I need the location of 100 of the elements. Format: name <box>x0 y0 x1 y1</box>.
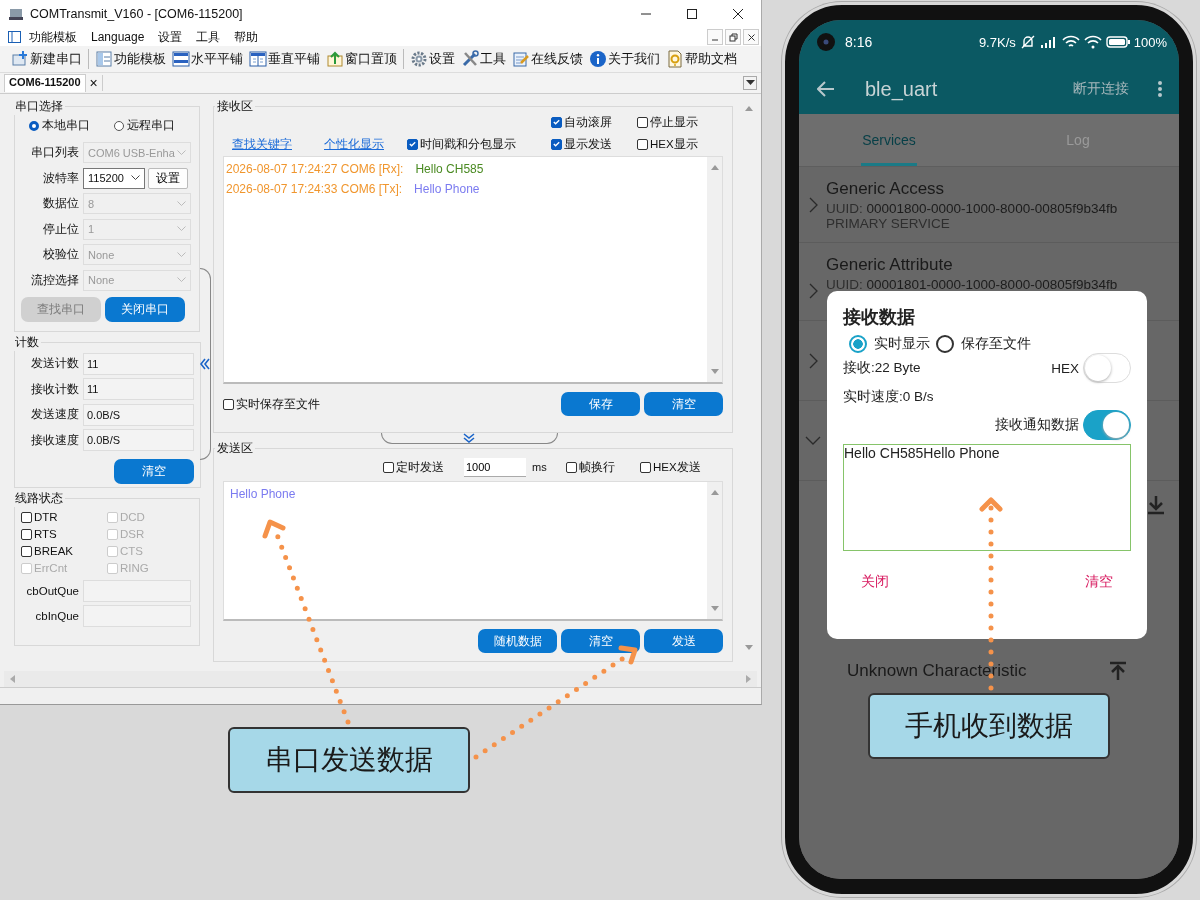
toolbar-button[interactable]: 在线反馈 <box>509 50 586 68</box>
radio-button[interactable] <box>936 335 954 353</box>
caret-icon <box>745 80 755 86</box>
maximize-icon[interactable] <box>686 8 698 20</box>
action-button[interactable]: 随机数据 <box>478 629 557 653</box>
radio-button[interactable] <box>114 120 124 131</box>
action-button[interactable]: 清空 <box>561 629 640 653</box>
radio-button[interactable] <box>849 335 867 353</box>
checkbox-label: 实时保存至文件 <box>236 396 320 412</box>
checkbox[interactable] <box>21 545 32 557</box>
more-icon[interactable] <box>1157 80 1163 98</box>
dialog-button[interactable]: 清空 <box>1085 573 1113 591</box>
restore-icon <box>728 32 738 42</box>
scroll-up-icon[interactable] <box>710 490 719 495</box>
minimize-icon <box>712 39 718 41</box>
checkbox[interactable] <box>637 116 648 128</box>
disconnect-button[interactable]: 断开连接 <box>1073 80 1129 98</box>
characteristic-name: Unknown Characteristic <box>847 661 1028 681</box>
gear-icon <box>410 50 428 68</box>
port-button[interactable]: 关闭串口 <box>105 297 185 322</box>
dropdown[interactable]: 115200 <box>83 167 145 189</box>
send-text-area[interactable]: Hello Phone <box>223 481 723 621</box>
service-name: Generic Attribute <box>826 255 954 275</box>
field-label: 串口列表 <box>30 144 79 162</box>
checkbox[interactable] <box>640 461 651 473</box>
service-uuid: UUID: 00001800-0000-1000-8000-00805f9b34fb <box>826 200 1118 216</box>
menu-item[interactable]: Language <box>91 30 145 44</box>
receive-log[interactable]: 2026-08-07 17:24:27 COM6 [Rx]: Hello CH585 2026-08-07 17:24:33 COM6 [Tx]: Hello Phone <box>223 156 723 384</box>
panel-icon[interactable] <box>8 31 21 43</box>
toolbar-button[interactable]: 新建串口 <box>8 50 85 68</box>
checkbox[interactable] <box>551 138 562 150</box>
menu-item[interactable]: 设置 <box>158 28 183 46</box>
group-title: 发送区 <box>216 440 254 457</box>
menu-item[interactable]: 工具 <box>196 28 221 46</box>
readonly-field: 11 <box>83 378 194 401</box>
speed-reading: 实时速度:0 B/s <box>843 387 934 406</box>
radio-label: 保存至文件 <box>961 335 1031 353</box>
group-title: 线路状态 <box>14 490 64 507</box>
chevron-right-icon[interactable] <box>809 352 818 369</box>
toolbar-button[interactable]: 窗口置顶 <box>323 50 400 68</box>
interval-field[interactable]: 1000 <box>464 457 526 477</box>
scroll-down-icon[interactable] <box>710 606 719 611</box>
chevron-down-icon[interactable] <box>805 436 821 445</box>
document-icon <box>666 50 684 68</box>
checkbox[interactable] <box>637 138 648 150</box>
field-label: cbInQue <box>34 609 79 622</box>
menu-item[interactable]: 功能模板 <box>29 28 77 46</box>
scrollbar[interactable] <box>4 671 757 687</box>
download-icon[interactable] <box>1147 495 1165 515</box>
link[interactable]: 查找关键字 <box>232 135 315 153</box>
checkbox[interactable] <box>383 461 394 473</box>
switch-label: HEX <box>1051 360 1079 376</box>
received-text-area[interactable]: Hello CH585Hello Phone <box>843 444 1131 551</box>
field-label: 接收速度 <box>30 431 79 449</box>
tab-close-button[interactable]: × <box>85 75 103 91</box>
minimize-button[interactable] <box>707 29 723 45</box>
toolbar-button[interactable]: 垂直平铺 <box>246 50 323 68</box>
toolbar-button[interactable]: 关于我们 <box>586 50 663 68</box>
toggle-switch[interactable] <box>1083 410 1131 440</box>
document-tab[interactable]: COM6-115200 <box>4 74 86 92</box>
checkbox[interactable] <box>21 528 32 540</box>
radio-button[interactable] <box>29 120 39 131</box>
action-button[interactable]: 清空 <box>644 392 723 416</box>
clear-button[interactable]: 清空 <box>114 459 194 484</box>
action-button[interactable]: 保存 <box>561 392 640 416</box>
menu-item[interactable]: 帮助 <box>234 28 259 46</box>
scroll-up-icon[interactable] <box>710 165 719 170</box>
toolbar-button[interactable]: 工具 <box>458 50 509 68</box>
back-arrow-icon[interactable] <box>817 81 835 97</box>
checkbox-label: 时间戳和分包显示 <box>420 136 516 152</box>
toolbar-button[interactable]: 帮助文档 <box>663 50 740 68</box>
checkbox[interactable] <box>21 511 32 523</box>
scroll-down-icon[interactable] <box>710 369 719 374</box>
checkbox[interactable] <box>407 138 418 150</box>
chevron-right-icon[interactable] <box>809 196 818 213</box>
toolbar-button[interactable]: 设置 <box>407 50 458 68</box>
close-button[interactable] <box>743 29 759 45</box>
checkbox[interactable] <box>566 461 577 473</box>
checkbox[interactable] <box>223 398 234 410</box>
window-title: COMTransmit_V160 - [COM6-115200] <box>30 7 243 21</box>
action-button[interactable]: 发送 <box>644 629 723 653</box>
tab-list-button[interactable] <box>743 76 757 90</box>
checkbox-label: HEX显示 <box>650 136 698 152</box>
status-time: 8:16 <box>845 34 873 50</box>
upload-icon[interactable] <box>1109 661 1127 681</box>
toolbar-button[interactable]: 水平平铺 <box>169 50 246 68</box>
service-name: Generic Access <box>826 178 946 199</box>
dialog-button[interactable]: 关闭 <box>861 573 889 591</box>
checkbox[interactable] <box>551 116 562 128</box>
notepad-icon <box>512 50 530 68</box>
link[interactable]: 个性化显示 <box>324 135 407 153</box>
settings-button[interactable]: 设置 <box>148 167 188 189</box>
restore-button[interactable] <box>725 29 741 45</box>
chevron-right-icon[interactable] <box>809 283 818 299</box>
service-uuid: UUID: 00001801-0000-1000-8000-00805f9b34fb <box>826 277 1118 292</box>
checkbox-label: 定时发送 <box>396 459 444 475</box>
switch-label: 接收通知数据 <box>995 416 1079 434</box>
close-icon[interactable] <box>732 8 744 20</box>
toolbar-button[interactable]: 功能模板 <box>92 50 169 68</box>
info-icon <box>589 50 607 68</box>
